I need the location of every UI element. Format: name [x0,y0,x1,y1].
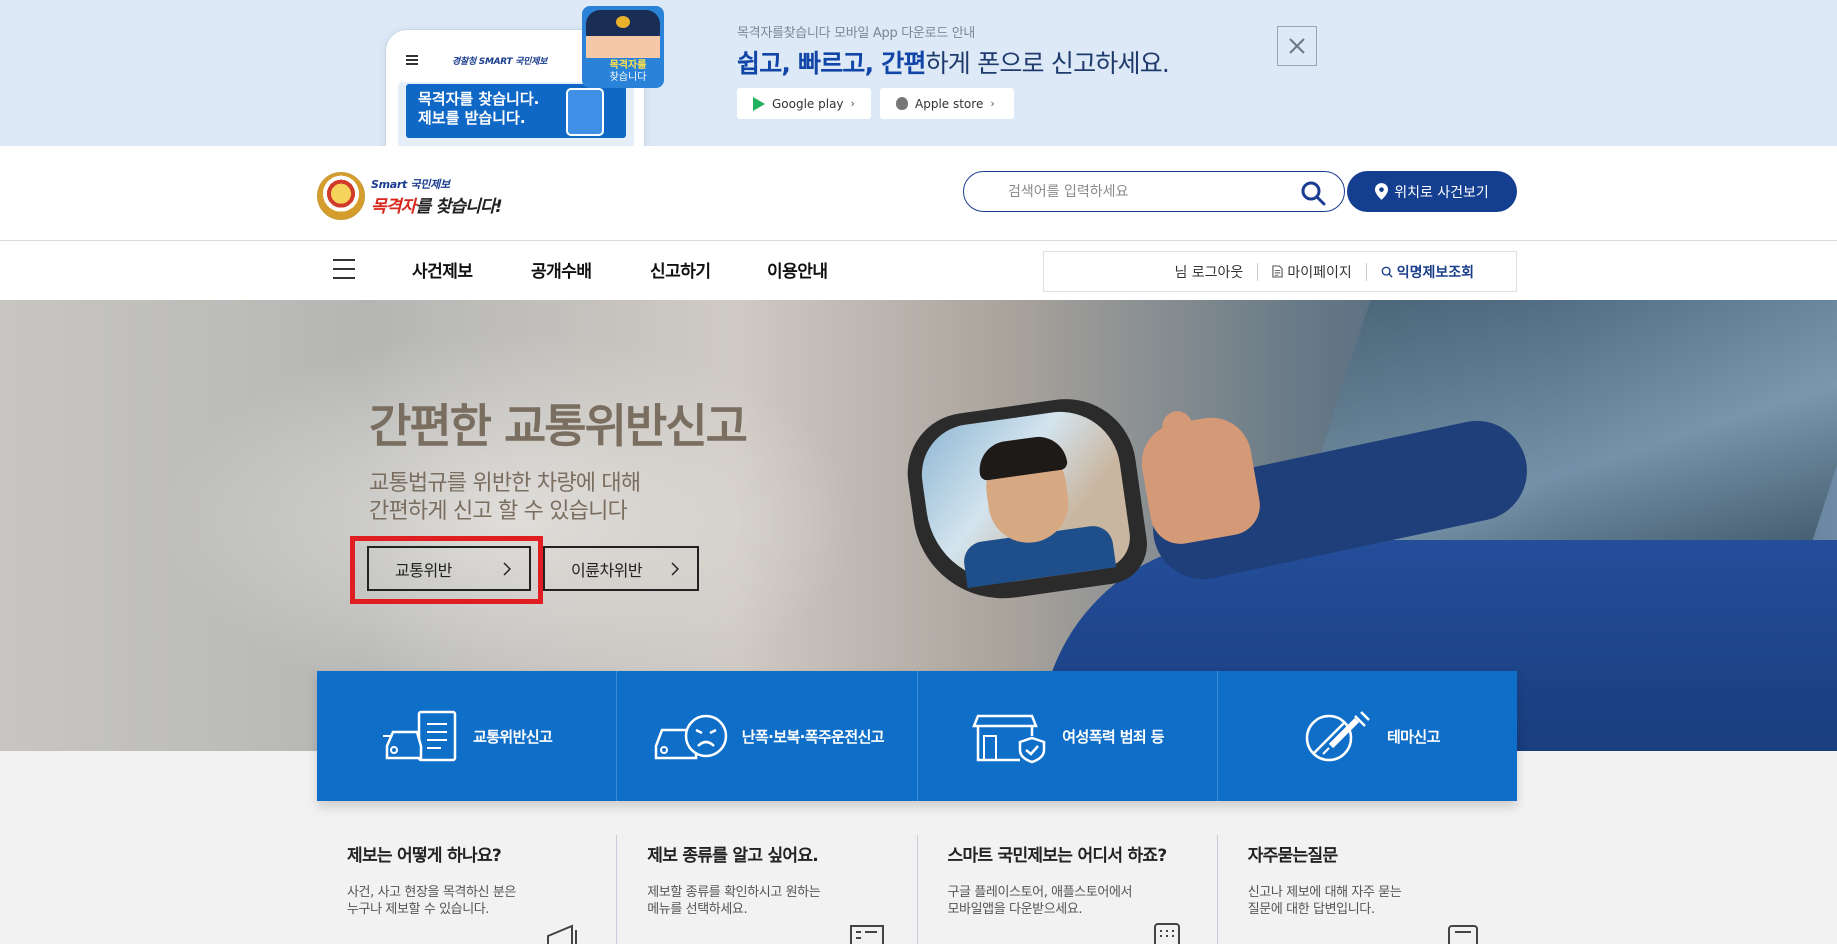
report-category-bar: 교통위반신고 난폭·보복·폭주운전신고 여성폭력 범죄 등 테마신고 [317,671,1517,801]
promo-close-button[interactable] [1277,26,1317,66]
category-traffic-violation[interactable]: 교통위반신고 [317,671,618,801]
side-mirror-image [899,390,1153,610]
chevron-right-icon: › [990,97,995,110]
info-section: 제보는 어떻게 하나요? 사건, 사고 현장을 목격하신 분은 누구나 제보할 수… [317,835,1517,944]
info-card-how-to-report[interactable]: 제보는 어떻게 하나요? 사건, 사고 현장을 목격하신 분은 누구나 제보할 수… [317,835,618,944]
search-button[interactable] [1300,180,1326,206]
promo-menu-icon [406,55,418,65]
apple-icon [896,97,908,110]
form-icon [849,925,884,944]
info-card-report-types[interactable]: 제보 종류를 알고 싶어요. 제보할 종류를 확인하시고 원하는 메뉴를 선택하세… [617,835,918,944]
google-play-button[interactable]: Google play › [737,88,871,119]
logout-link[interactable]: 님 로그아웃 [1160,262,1257,282]
promo-phone-logo: 경찰청 SMART 국민제보 [452,56,548,67]
category-theme-report[interactable]: 테마신고 [1218,671,1517,801]
store-shield-icon [972,714,1046,764]
police-emblem-icon [317,172,365,220]
info-card-faq[interactable]: 자주묻는질문 신고나 제보에 대해 자주 묻는 질문에 대한 답변입니다. [1218,835,1517,944]
main-nav: 사건제보 공개수배 신고하기 이용안내 님 로그아웃 마이페이지 익명제보조회 [0,241,1837,300]
search-input[interactable] [1008,183,1288,200]
close-icon [1289,38,1305,54]
apple-store-button[interactable]: Apple store › [880,88,1014,119]
two-wheeler-violation-button[interactable]: 이륜차위반 [543,546,699,591]
category-violence-against-women[interactable]: 여성폭력 범죄 등 [918,671,1218,801]
chat-icon [1448,925,1478,944]
highlight-box [350,536,543,604]
angry-car-icon [654,714,728,760]
category-reckless-driving[interactable]: 난폭·보복·폭주운전신고 [617,671,918,801]
location-view-button[interactable]: 위치로 사건보기 [1347,171,1517,212]
megaphone-icon [547,924,578,944]
map-pin-icon [1375,183,1389,200]
search-box [963,171,1345,212]
hero-title: 간편한 교통위반신고 [369,399,748,453]
police-character-icon: 목격자를 찾습니다 [582,6,664,88]
google-play-icon [753,96,765,111]
nav-item-guide[interactable]: 이용안내 [767,257,828,282]
search-icon [1381,266,1393,278]
chevron-right-icon [671,561,679,576]
info-card-where-to-report[interactable]: 스마트 국민제보는 어디서 하죠? 구글 플레이스토어, 애플스토어에서 모바일앱… [918,835,1218,944]
nav-item-incident-report[interactable]: 사건제보 [412,257,473,282]
nav-item-wanted[interactable]: 공개수배 [531,257,592,282]
nav-item-report[interactable]: 신고하기 [650,257,711,282]
police-badge-icon [616,16,630,28]
mypage-link[interactable]: 마이페이지 [1258,262,1365,282]
chevron-right-icon: › [850,97,855,110]
app-promo-banner: 경찰청 SMART 국민제보 목격자를 찾습니다. 제보를 받습니다. 목격자를… [0,0,1837,146]
syringe-ban-icon [1305,711,1370,762]
user-utility-bar: 님 로그아웃 마이페이지 익명제보조회 [1043,251,1517,292]
site-logo[interactable]: Smart 국민제보 목격자를 찾습니다! [317,172,503,220]
anonymous-report-lookup-link[interactable]: 익명제보조회 [1367,262,1488,282]
hamburger-menu-icon[interactable] [333,259,355,279]
phone-keypad-icon [1153,923,1180,944]
promo-headline: 쉽고, 빠르고, 간편하게 폰으로 신고하세요. [737,49,1170,78]
promo-phone-card: 목격자를 찾습니다. 제보를 받습니다. [406,84,626,138]
document-icon [1272,265,1283,278]
search-icon [1301,181,1326,206]
car-document-icon [383,710,457,762]
hero-subtitle: 교통법규를 위반한 차량에 대해 간편하게 신고 할 수 있습니다 [369,471,641,524]
mini-phone-icon [566,88,604,136]
promo-small-text: 목격자를찾습니다 모바일 App 다운로드 안내 [737,26,976,41]
site-header: Smart 국민제보 목격자를 찾습니다! 위치로 사건보기 [0,146,1837,240]
